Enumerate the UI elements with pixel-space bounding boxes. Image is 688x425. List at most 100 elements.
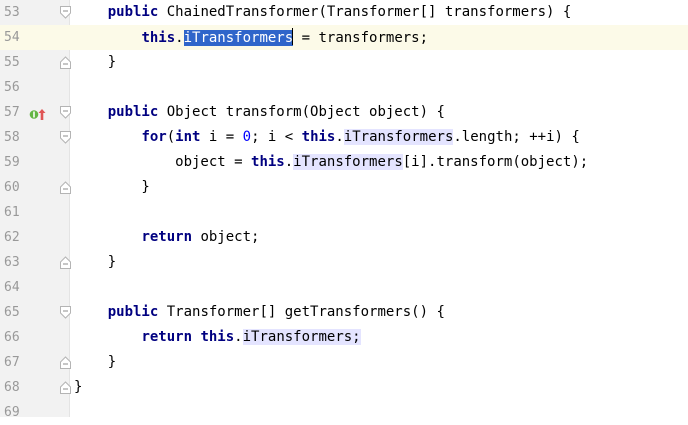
code-token: object = [74, 154, 252, 170]
gutter-cell: 56 [0, 75, 69, 100]
code-line[interactable]: 55 } [0, 50, 688, 75]
fold-end-icon[interactable] [60, 356, 71, 369]
usage-highlight-token: iTransformers; [242, 329, 361, 345]
code-token: . [234, 329, 243, 345]
line-number: 58 [4, 130, 20, 145]
code-line[interactable]: 64 [0, 275, 688, 300]
code-token: return [141, 229, 193, 245]
gutter-cell: 64 [0, 275, 69, 300]
code-token: this [141, 30, 176, 46]
gutter-cell: 59 [0, 150, 69, 175]
fold-open-icon[interactable] [60, 106, 71, 119]
selected-token: iTransformers [183, 30, 294, 46]
code-line[interactable]: 56 [0, 75, 688, 100]
code-text[interactable]: for(int i = 0; i < this.iTransformers.le… [74, 128, 580, 147]
line-number: 69 [4, 405, 20, 420]
code-text[interactable]: object = this.iTransformers[i].transform… [74, 153, 588, 172]
gutter-cell: 66 [0, 325, 69, 350]
gutter-cell: 69 [0, 400, 69, 425]
gutter-cell: 63 [0, 250, 71, 275]
code-token: this [251, 154, 285, 170]
code-text[interactable]: this.iTransformers = transformers; [74, 28, 428, 48]
code-text[interactable]: return this.iTransformers; [74, 328, 361, 347]
code-text[interactable]: } [74, 353, 116, 372]
code-text[interactable]: } [74, 378, 82, 397]
line-number: 60 [4, 180, 20, 195]
line-number: 63 [4, 255, 20, 270]
fold-open-icon[interactable] [60, 306, 71, 319]
code-line[interactable]: 67 } [0, 350, 688, 375]
code-token: return [141, 329, 193, 345]
code-line[interactable]: 66 return this.iTransformers; [0, 325, 688, 350]
code-line[interactable]: 69 [0, 400, 688, 425]
line-number: 59 [4, 155, 20, 170]
code-token: } [74, 54, 117, 70]
code-token: public [107, 104, 159, 120]
code-token: Transformer[] getTransformers() { [158, 304, 445, 320]
fold-end-icon[interactable] [60, 56, 71, 69]
usage-highlight-token: iTransformers [343, 129, 454, 145]
svg-text:I: I [33, 111, 36, 120]
code-token: [i].transform(object); [402, 154, 589, 170]
fold-open-icon[interactable] [60, 6, 71, 19]
code-line[interactable]: 68} [0, 375, 688, 400]
code-token: ; i < [251, 129, 302, 145]
gutter-cell: 58 [0, 125, 71, 150]
fold-end-icon[interactable] [60, 256, 71, 269]
gutter-cell: 67 [0, 350, 71, 375]
code-line[interactable]: 53 public ChainedTransformer(Transformer… [0, 0, 688, 25]
gutter-cell: 60 [0, 175, 71, 200]
line-number: 56 [4, 80, 20, 95]
code-token: this [200, 329, 235, 345]
code-line[interactable]: 63 } [0, 250, 688, 275]
line-number: 55 [4, 55, 20, 70]
code-line[interactable]: 54 this.iTransformers = transformers; [0, 25, 688, 50]
code-token: ChainedTransformer(Transformer[] transfo… [158, 4, 572, 20]
code-token: . [335, 129, 344, 145]
code-editor[interactable]: 53 public ChainedTransformer(Transformer… [0, 0, 688, 420]
code-token: Object transform(Object object) { [158, 104, 445, 120]
code-lines[interactable]: 53 public ChainedTransformer(Transformer… [0, 0, 688, 425]
code-line[interactable]: 58 for(int i = 0; i < this.iTransformers… [0, 125, 688, 150]
code-token: } [74, 379, 83, 395]
line-number: 64 [4, 280, 20, 295]
fold-end-icon[interactable] [60, 181, 71, 194]
line-number: 68 [4, 380, 20, 395]
code-text[interactable]: public Transformer[] getTransformers() { [74, 303, 445, 322]
code-line[interactable]: 65 public Transformer[] getTransformers(… [0, 300, 688, 325]
code-token: = transformers; [293, 30, 429, 46]
gutter-cell: 57 I [0, 100, 71, 125]
line-number: 61 [4, 205, 20, 220]
gutter-cell: 54 [0, 25, 69, 50]
code-text[interactable]: public Object transform(Object object) { [74, 103, 445, 122]
fold-end-icon[interactable] [60, 381, 71, 394]
usage-highlight-token: iTransformers [293, 154, 403, 170]
code-token: ( [166, 129, 176, 145]
code-line[interactable]: 59 object = this.iTransformers[i].transf… [0, 150, 688, 175]
code-token: public [107, 4, 159, 20]
code-line[interactable]: 61 [0, 200, 688, 225]
code-token: for [141, 129, 167, 145]
code-text[interactable]: } [74, 53, 116, 72]
code-token: public [107, 304, 159, 320]
code-line[interactable]: 60 } [0, 175, 688, 200]
fold-open-icon[interactable] [60, 131, 71, 144]
gutter-cell: 61 [0, 200, 69, 225]
code-text[interactable]: public ChainedTransformer(Transformer[] … [74, 3, 572, 22]
code-text[interactable]: } [74, 178, 150, 197]
code-text[interactable]: } [74, 253, 116, 272]
code-token: 0 [242, 129, 252, 145]
code-token: } [74, 354, 117, 370]
code-token: i = [200, 129, 243, 145]
override-implementation-icon[interactable]: I [29, 106, 47, 120]
code-line[interactable]: 57 I public Object transform(Object objec… [0, 100, 688, 125]
code-token: } [74, 179, 150, 195]
code-line[interactable]: 62 return object; [0, 225, 688, 250]
code-token: } [74, 254, 117, 270]
code-text[interactable]: return object; [74, 228, 259, 247]
